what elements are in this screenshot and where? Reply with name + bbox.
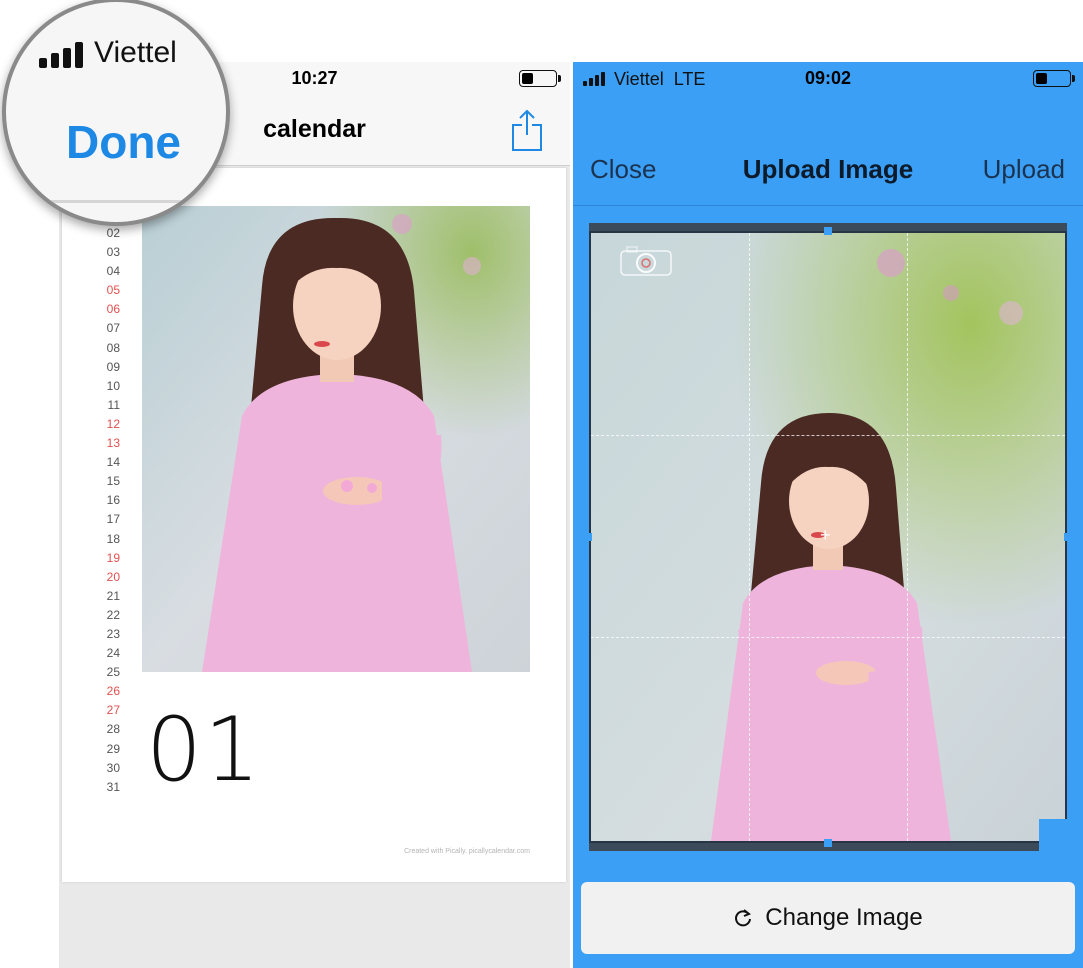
calendar-day: 15 — [106, 474, 120, 489]
battery-icon — [519, 70, 561, 87]
crop-resize-handle[interactable] — [1039, 819, 1071, 851]
month-number: 01 — [146, 698, 262, 801]
calendar-day: 26 — [106, 684, 120, 699]
done-button[interactable]: Done — [66, 115, 181, 169]
change-image-label: Change Image — [765, 904, 923, 931]
calendar-day: 08 — [106, 340, 120, 355]
change-image-button[interactable]: Change Image — [581, 882, 1075, 954]
calendar-day: 24 — [106, 646, 120, 661]
magnifier-loupe: Viettel Done — [2, 0, 230, 226]
calendar-day: 06 — [106, 302, 120, 317]
calendar-day: 03 — [106, 245, 120, 260]
refresh-icon — [735, 909, 752, 927]
credit-text: Created with Pically. picallycalendar.co… — [404, 848, 530, 855]
crop-grid-line — [907, 233, 908, 841]
crosshair-icon: + — [820, 525, 831, 545]
calendar-day: 04 — [106, 264, 120, 279]
calendar-day: 29 — [106, 741, 120, 756]
camera-watermark-icon — [620, 246, 672, 276]
crop-grid-line — [591, 435, 1065, 436]
nav-divider — [6, 200, 226, 203]
calendar-day: 30 — [106, 760, 120, 775]
calendar-day: 17 — [106, 512, 120, 527]
crop-handle-top[interactable] — [824, 227, 832, 235]
nav-bar: Close Upload Image Upload — [573, 96, 1083, 206]
crop-handle-right[interactable] — [1064, 533, 1069, 541]
calendar-day: 18 — [106, 531, 120, 546]
screenshot-stage: 10:27 calendar 02 03 04 05 06 07 08 09 10 11 12 13 1… — [0, 0, 1083, 968]
calendar-day: 07 — [106, 321, 120, 336]
status-bar: Viettel LTE 09:02 — [573, 62, 1083, 96]
calendar-day: 02 — [106, 226, 120, 240]
calendar-photo — [142, 206, 530, 672]
calendar-day: 10 — [106, 378, 120, 393]
carrier-name: Viettel — [94, 36, 177, 69]
image-cropper[interactable]: + — [587, 223, 1071, 851]
battery-icon — [1033, 70, 1075, 87]
calendar-day: 16 — [106, 493, 120, 508]
crop-grid-line — [749, 233, 750, 841]
share-icon[interactable] — [510, 108, 544, 152]
calendar-day: 23 — [106, 626, 120, 641]
calendar-day: 14 — [106, 455, 120, 470]
status-time: 09:02 — [804, 68, 852, 88]
calendar-day: 05 — [106, 283, 120, 298]
calendar-day: 12 — [106, 416, 120, 431]
crop-handle-left[interactable] — [587, 533, 592, 541]
calendar-day: 09 — [106, 359, 120, 374]
calendar-day: 13 — [106, 436, 120, 451]
signal-icon — [39, 42, 83, 68]
calendar-day: 20 — [106, 569, 120, 584]
calendar-day: 22 — [106, 607, 120, 622]
calendar-day: 21 — [106, 588, 120, 603]
calendar-day: 19 — [106, 550, 120, 565]
day-list: 02 03 04 05 06 07 08 09 10 11 12 13 14 15 16 17 18 19 20 21… — [90, 224, 120, 797]
calendar-day: 11 — [107, 397, 120, 412]
calendar-day: 27 — [106, 703, 120, 718]
calendar-day: 28 — [106, 722, 120, 737]
calendar-day: 25 — [106, 665, 120, 680]
calendar-day: 31 — [106, 779, 120, 794]
crop-handle-bottom[interactable] — [824, 839, 832, 847]
crop-grid-line — [591, 637, 1065, 638]
upload-button[interactable]: Upload — [983, 154, 1065, 185]
calendar-page: 02 03 04 05 06 07 08 09 10 11 12 13 14 15 16 17 18 19 20 21… — [62, 168, 566, 882]
upload-image-screen: Viettel LTE 09:02 Close Upload Image Upl… — [573, 62, 1083, 968]
